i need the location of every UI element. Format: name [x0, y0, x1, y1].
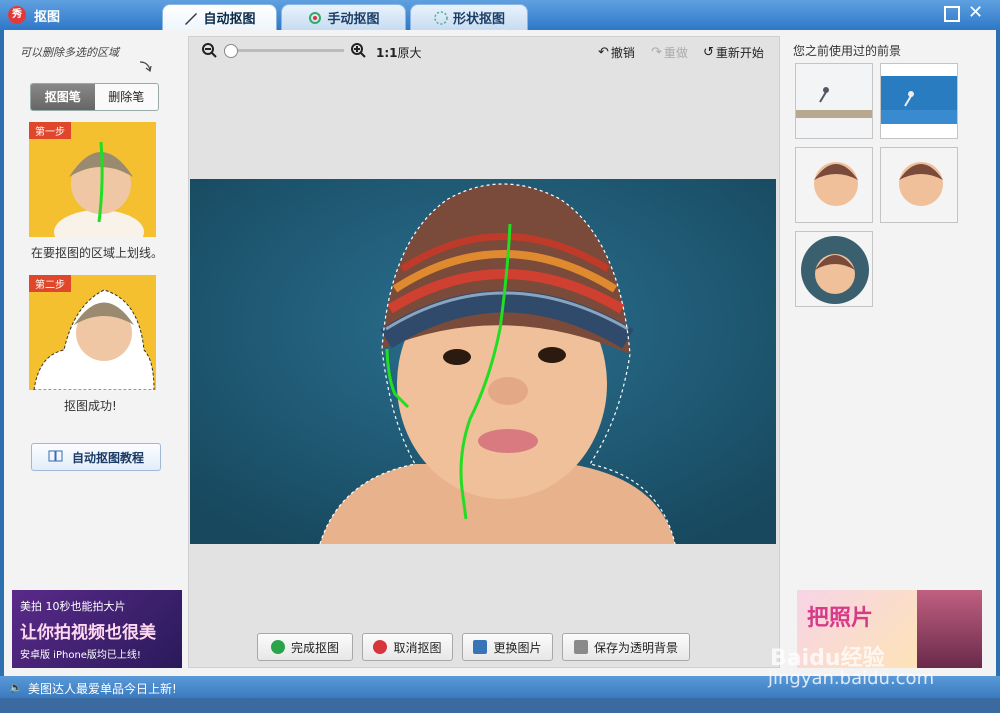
- tutorial-label: 自动抠图教程: [71, 450, 144, 465]
- tab-label: 手动抠图: [327, 12, 380, 27]
- replace-label: 更换图片: [493, 640, 542, 655]
- pen-toggle: 抠图笔 删除笔: [30, 83, 159, 111]
- erase-hint: 可以删除多选的区域: [20, 46, 119, 59]
- undo-label: 撤销: [610, 46, 635, 60]
- baidu-watermark-url: jingyan.baidu.com: [768, 668, 935, 689]
- zoom-ratio: 1:1: [376, 46, 398, 60]
- shape-icon: [433, 10, 449, 26]
- zoom-slider-thumb[interactable]: [224, 44, 238, 58]
- step1-caption: 在要抠图的区域上划线。: [31, 246, 164, 260]
- step1-tag: 第一步: [29, 122, 71, 139]
- save-transparent-button[interactable]: 保存为透明背景: [562, 633, 690, 661]
- finish-cutout-button[interactable]: 完成抠图: [257, 633, 353, 661]
- replace-image-button[interactable]: 更换图片: [462, 633, 553, 661]
- original-size-label: 原大: [397, 46, 422, 60]
- meipai-ad-banner[interactable]: 美拍 10秒也能拍大片 让你拍视频也很美 安卓版 iPhone版均已上线!: [12, 590, 182, 668]
- restart-icon: ↺: [703, 45, 714, 60]
- recent-foregrounds-title: 您之前使用过的前景: [793, 44, 902, 58]
- recent-thumb-runner-sky[interactable]: [880, 63, 958, 139]
- book-icon: [48, 449, 64, 466]
- check-icon: [270, 640, 285, 654]
- tab-shape-cutout[interactable]: 形状抠图: [410, 4, 528, 30]
- tab-label: 自动抠图: [203, 12, 256, 27]
- editing-canvas[interactable]: [190, 179, 776, 544]
- magic-pen-icon: [307, 10, 323, 26]
- cancel-icon: [373, 640, 388, 654]
- restart-button[interactable]: ↺ 重新开始: [703, 44, 764, 61]
- cancel-cutout-button[interactable]: 取消抠图: [362, 633, 453, 661]
- recent-thumb-runner-beach[interactable]: [795, 63, 873, 139]
- ad-portrait: [917, 590, 982, 668]
- picture-icon: [473, 640, 488, 654]
- zoom-slider[interactable]: [224, 49, 344, 52]
- baby-photo: [190, 179, 776, 544]
- app-logo-icon: 秀: [8, 6, 26, 24]
- redo-label: 重做: [663, 46, 688, 60]
- finish-label: 完成抠图: [290, 640, 339, 655]
- zoom-out-icon[interactable]: [201, 42, 217, 61]
- recent-thumb-baby-circle[interactable]: [795, 231, 873, 307]
- tab-label: 形状抠图: [452, 12, 505, 27]
- close-icon[interactable]: ✕: [968, 2, 983, 23]
- cancel-label: 取消抠图: [393, 640, 442, 655]
- ad-line2: 让你拍视频也很美: [20, 623, 156, 643]
- auto-cutout-tutorial-button[interactable]: 自动抠图教程: [31, 443, 161, 471]
- restart-label: 重新开始: [715, 46, 764, 60]
- ad-line3: 安卓版 iPhone版均已上线!: [20, 650, 141, 661]
- status-message[interactable]: 美图达人最爱单品今日上新!: [28, 680, 177, 697]
- step2-example-image: 第二步: [29, 275, 156, 390]
- zoom-in-icon[interactable]: [350, 42, 366, 61]
- undo-button[interactable]: ↶ 撤销: [598, 44, 635, 61]
- window-title: 抠图: [34, 10, 61, 25]
- step1-example-image: 第一步: [29, 122, 156, 237]
- curved-arrow-icon: [139, 61, 152, 73]
- brush-icon: [183, 10, 199, 26]
- right-ad-text: 把照片: [807, 606, 874, 631]
- step2-caption: 抠图成功!: [64, 399, 117, 413]
- step2-tag: 第二步: [29, 275, 71, 292]
- redo-button[interactable]: ↷ 重做: [651, 44, 688, 61]
- ad-line1: 美拍 10秒也能拍大片: [20, 600, 126, 613]
- save-label: 保存为透明背景: [593, 640, 678, 655]
- original-size-button[interactable]: 1:1原大: [376, 44, 422, 61]
- redo-icon: ↷: [651, 45, 662, 60]
- recent-thumb-baby-2[interactable]: [880, 147, 958, 223]
- maximize-icon[interactable]: [944, 6, 960, 22]
- undo-icon: ↶: [598, 45, 609, 60]
- recent-thumb-baby-1[interactable]: [795, 147, 873, 223]
- speaker-icon: 🔈: [9, 681, 23, 694]
- cutout-pen-button[interactable]: 抠图笔: [31, 84, 95, 110]
- tab-auto-cutout[interactable]: 自动抠图: [162, 4, 277, 30]
- tab-manual-cutout[interactable]: 手动抠图: [281, 4, 406, 30]
- taskbar: [0, 698, 1000, 713]
- save-icon: [573, 640, 588, 654]
- erase-pen-button[interactable]: 删除笔: [95, 84, 159, 110]
